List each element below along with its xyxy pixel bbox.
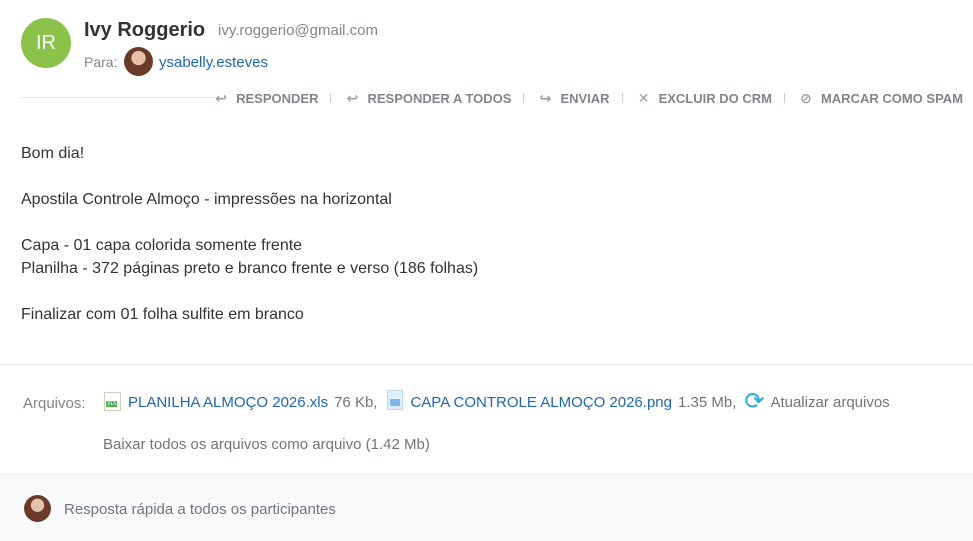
reply-all-button[interactable]: ↩ RESPONDER A TODOS [343, 89, 512, 107]
quick-reply-input[interactable]: Resposta rápida a todos os participantes [64, 501, 336, 518]
close-icon: ✕ [637, 89, 650, 106]
forward-button[interactable]: ↪ ENVIAR [536, 89, 610, 107]
refresh-files-link[interactable]: Atualizar arquivos [770, 394, 889, 411]
attachment-size: 76 Kb, [334, 393, 378, 411]
attachments-divider [0, 364, 973, 365]
avatar [24, 495, 51, 522]
attachment-link[interactable]: PLANILHA ALMOÇO 2026.xls [128, 394, 328, 411]
attachments-list: PLANILHA ALMOÇO 2026.xls 76 Kb, CAPA CON… [104, 390, 890, 414]
sender-name: Ivy Roggerio [84, 19, 206, 41]
email-body: Bom dia! Apostila Controle Almoço - impr… [21, 142, 478, 326]
toolbar-separator [783, 93, 785, 103]
xls-file-icon [104, 391, 121, 411]
to-label: Para: [84, 54, 118, 70]
header-divider [21, 97, 216, 98]
body-line: Finalizar com 01 folha sulfite em branco [21, 306, 304, 323]
sender-avatar: IR [21, 18, 71, 68]
download-all-link[interactable]: Baixar todos os arquivos como arquivo (1… [103, 436, 430, 453]
remove-from-crm-button[interactable]: ✕ EXCLUIR DO CRM [635, 90, 772, 107]
attachments-label: Arquivos: [23, 395, 86, 412]
body-line: Apostila Controle Almoço - impressões na… [21, 191, 392, 208]
body-line: Planilha - 372 páginas preto e branco fr… [21, 260, 479, 277]
block-icon: ⊘ [800, 89, 812, 106]
email-actions-toolbar: ↩ RESPONDER ↩ RESPONDER A TODOS ↪ ENVIAR… [212, 89, 963, 107]
reply-button[interactable]: ↩ RESPONDER [212, 90, 318, 107]
recipient-link[interactable]: ysabelly.esteves [159, 54, 268, 71]
toolbar-separator [523, 93, 525, 103]
forward-icon: ↪ [539, 89, 552, 106]
quick-reply-bar: Resposta rápida a todos os participantes [0, 474, 973, 541]
recipient-avatar [124, 47, 153, 76]
body-greeting: Bom dia! [21, 145, 85, 162]
refresh-icon[interactable]: ⟳ [744, 390, 764, 414]
email-header: IR Ivy Roggerio ivy.roggerio@gmail.com P… [0, 0, 973, 90]
attachment-size: 1.35 Mb, [677, 393, 737, 411]
body-line: Capa - 01 capa colorida somente frente [21, 237, 303, 254]
sender-email: ivy.roggerio@gmail.com [218, 22, 378, 39]
toolbar-separator [621, 93, 623, 103]
reply-all-icon: ↩ [346, 89, 359, 106]
attachment-link[interactable]: CAPA CONTROLE ALMOÇO 2026.png [410, 394, 672, 411]
image-file-icon [387, 390, 404, 410]
reply-icon: ↩ [215, 89, 227, 106]
mark-spam-button[interactable]: ⊘ MARCAR COMO SPAM [797, 90, 963, 107]
toolbar-separator [330, 93, 332, 103]
